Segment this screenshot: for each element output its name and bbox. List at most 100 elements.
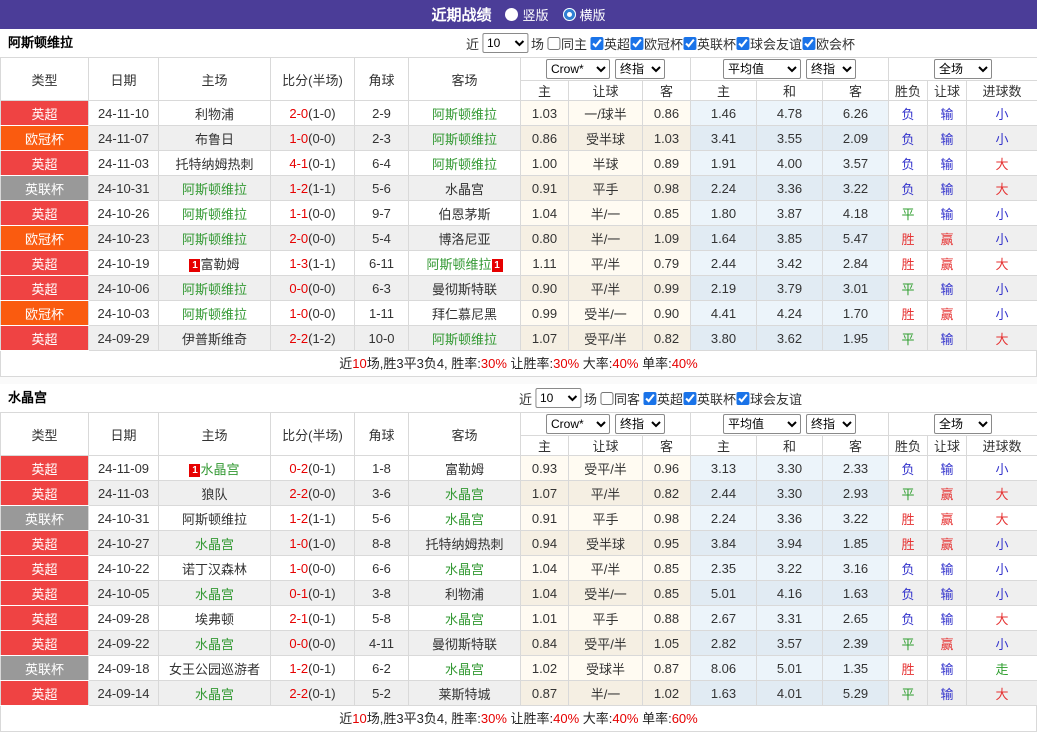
home-team-name[interactable]: 诺丁汉森林 <box>182 562 247 577</box>
home-team-name[interactable]: 狼队 <box>201 487 227 502</box>
away-team-name[interactable]: 阿斯顿维拉 <box>432 157 497 172</box>
scope-select[interactable]: 全场 <box>934 414 993 434</box>
home-team-name[interactable]: 富勒姆 <box>200 257 239 272</box>
league-filter-checkbox[interactable] <box>802 36 816 50</box>
final-odds-select-2[interactable]: 终指 <box>806 59 857 79</box>
home-team[interactable]: 托特纳姆热刺 <box>158 150 271 176</box>
recent-count-select[interactable]: 10 <box>534 388 581 408</box>
average-select[interactable]: 平均值 <box>723 414 802 434</box>
home-team-name[interactable]: 水晶宫 <box>195 537 234 552</box>
radio-selected-icon[interactable] <box>505 8 519 21</box>
league-filter[interactable]: 欧会杯 <box>802 34 855 53</box>
away-team[interactable]: 博洛尼亚 <box>408 225 521 251</box>
away-team-name[interactable]: 阿斯顿维拉 <box>432 107 497 122</box>
league-filter-checkbox[interactable] <box>630 36 643 50</box>
home-team-name[interactable]: 伊普斯维奇 <box>182 332 247 347</box>
away-team-name[interactable]: 拜仁慕尼黑 <box>432 307 497 322</box>
away-team-name[interactable]: 博洛尼亚 <box>438 232 490 247</box>
away-team-name[interactable]: 莱斯特城 <box>438 687 490 702</box>
layout-radio-vertical[interactable]: 竖版 <box>505 5 549 24</box>
home-team[interactable]: 阿斯顿维拉 <box>158 505 271 531</box>
away-team-name[interactable]: 水晶宫 <box>445 487 484 502</box>
home-team-name[interactable]: 托特纳姆热刺 <box>175 157 253 172</box>
away-team-name[interactable]: 利物浦 <box>445 587 484 602</box>
home-team-name[interactable]: 阿斯顿维拉 <box>182 182 247 197</box>
away-team-name[interactable]: 阿斯顿维拉 <box>426 257 491 272</box>
away-team[interactable]: 阿斯顿维拉 1 <box>408 250 521 276</box>
home-team-name[interactable]: 水晶宫 <box>195 587 234 602</box>
home-team[interactable]: 水晶宫 <box>158 530 271 556</box>
away-team[interactable]: 阿斯顿维拉 <box>408 100 521 126</box>
away-team-name[interactable]: 水晶宫 <box>445 182 484 197</box>
same-venue-checkbox[interactable] <box>546 36 560 50</box>
away-team[interactable]: 水晶宫 <box>408 605 521 631</box>
home-team-name[interactable]: 水晶宫 <box>195 687 234 702</box>
away-team-name[interactable]: 阿斯顿维拉 <box>432 132 497 147</box>
home-team[interactable]: 诺丁汉森林 <box>158 555 271 581</box>
home-team[interactable]: 阿斯顿维拉 <box>158 225 271 251</box>
home-team[interactable]: 利物浦 <box>158 100 271 126</box>
home-team[interactable]: 水晶宫 <box>158 630 271 656</box>
league-filter-checkbox[interactable] <box>683 391 697 405</box>
league-filter[interactable]: 英联杯 <box>683 389 736 408</box>
away-team[interactable]: 拜仁慕尼黑 <box>408 300 521 326</box>
away-team[interactable]: 水晶宫 <box>408 555 521 581</box>
home-team-name[interactable]: 阿斯顿维拉 <box>182 282 247 297</box>
league-filter[interactable]: 球会友谊 <box>736 389 802 408</box>
home-team[interactable]: 埃弗顿 <box>158 605 271 631</box>
away-team-name[interactable]: 富勒姆 <box>445 462 484 477</box>
home-team[interactable]: 水晶宫 <box>158 680 271 706</box>
layout-radio-horizontal[interactable]: 横版 <box>562 5 606 24</box>
home-team[interactable]: 女王公园巡游者 <box>158 655 271 681</box>
league-filter[interactable]: 欧冠杯 <box>630 34 683 53</box>
league-filter-checkbox[interactable] <box>589 36 603 50</box>
league-filter[interactable]: 英超 <box>643 389 683 408</box>
league-filter-checkbox[interactable] <box>683 36 697 50</box>
home-team[interactable]: 阿斯顿维拉 <box>158 175 271 201</box>
final-odds-select-2[interactable]: 终指 <box>806 414 857 434</box>
away-team[interactable]: 富勒姆 <box>408 455 521 481</box>
league-filter[interactable]: 球会友谊 <box>736 34 802 53</box>
away-team[interactable]: 阿斯顿维拉 <box>408 325 521 351</box>
away-team-name[interactable]: 托特纳姆热刺 <box>425 537 503 552</box>
away-team[interactable]: 水晶宫 <box>408 480 521 506</box>
same-venue-filter[interactable]: 同客 <box>599 389 640 408</box>
league-filter[interactable]: 英超 <box>589 34 630 53</box>
away-team[interactable]: 曼彻斯特联 <box>408 630 521 656</box>
away-team-name[interactable]: 水晶宫 <box>445 612 484 627</box>
home-team[interactable]: 1 水晶宫 <box>158 455 271 481</box>
away-team[interactable]: 托特纳姆热刺 <box>408 530 521 556</box>
odds-company-select[interactable]: Crow* <box>546 59 610 79</box>
away-team[interactable]: 曼彻斯特联 <box>408 275 521 301</box>
home-team[interactable]: 水晶宫 <box>158 580 271 606</box>
home-team-name[interactable]: 阿斯顿维拉 <box>182 207 247 222</box>
recent-count-select[interactable]: 10 <box>481 33 528 53</box>
away-team-name[interactable]: 水晶宫 <box>445 662 484 677</box>
radio-unselected-icon[interactable] <box>562 8 576 21</box>
home-team-name[interactable]: 利物浦 <box>195 107 234 122</box>
league-filter-checkbox[interactable] <box>643 391 656 405</box>
same-venue-checkbox[interactable] <box>599 391 613 405</box>
league-filter[interactable]: 英联杯 <box>683 34 736 53</box>
away-team-name[interactable]: 水晶宫 <box>445 512 484 527</box>
home-team-name[interactable]: 埃弗顿 <box>195 612 234 627</box>
away-team-name[interactable]: 阿斯顿维拉 <box>432 332 497 347</box>
away-team[interactable]: 水晶宫 <box>408 655 521 681</box>
scope-select[interactable]: 全场 <box>934 59 993 79</box>
home-team[interactable]: 伊普斯维奇 <box>158 325 271 351</box>
away-team-name[interactable]: 水晶宫 <box>445 562 484 577</box>
home-team-name[interactable]: 阿斯顿维拉 <box>182 307 247 322</box>
home-team-name[interactable]: 女王公园巡游者 <box>169 662 260 677</box>
home-team-name[interactable]: 阿斯顿维拉 <box>182 512 247 527</box>
home-team-name[interactable]: 阿斯顿维拉 <box>182 232 247 247</box>
home-team[interactable]: 布鲁日 <box>158 125 271 151</box>
away-team[interactable]: 阿斯顿维拉 <box>408 150 521 176</box>
home-team[interactable]: 狼队 <box>158 480 271 506</box>
away-team[interactable]: 莱斯特城 <box>408 680 521 706</box>
home-team[interactable]: 阿斯顿维拉 <box>158 275 271 301</box>
same-venue-filter[interactable]: 同主 <box>546 34 587 53</box>
home-team[interactable]: 1 富勒姆 <box>158 250 271 276</box>
home-team-name[interactable]: 水晶宫 <box>195 637 234 652</box>
away-team[interactable]: 伯恩茅斯 <box>408 200 521 226</box>
away-team-name[interactable]: 伯恩茅斯 <box>438 207 490 222</box>
